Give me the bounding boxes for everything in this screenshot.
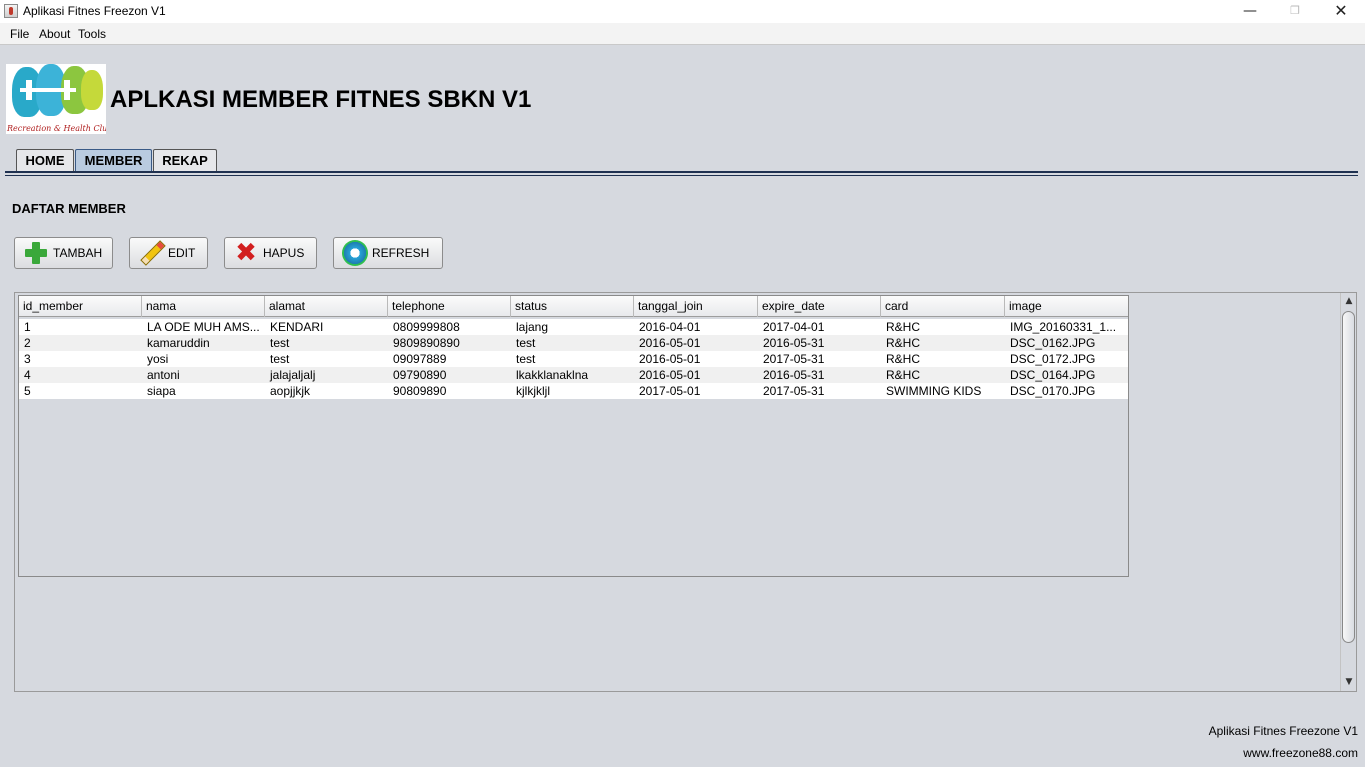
column-header[interactable]: id_member	[19, 296, 142, 317]
minimize-button[interactable]: —	[1227, 0, 1273, 23]
refresh-icon	[342, 240, 368, 266]
table-cell-tanggal_join: 2016-05-01	[639, 336, 701, 350]
x-icon: ✖	[235, 238, 257, 268]
table-cell-status: test	[516, 352, 536, 366]
title-bar: Aplikasi Fitnes Freezon V1 — ❐ ✕	[0, 0, 1365, 23]
table-cell-alamat: test	[270, 336, 290, 350]
table-cell-expire_date: 2016-05-31	[763, 336, 825, 350]
table-cell-nama: kamaruddin	[147, 336, 210, 350]
member-table[interactable]: id_member nama alamat telephone status t…	[18, 295, 1129, 577]
table-row[interactable]: 5 siapa aopjjkjk 90809890 kjlkjkljl 2017-05-0…	[19, 383, 1128, 399]
table-cell-telephone: 09097889	[393, 352, 447, 366]
table-cell-alamat: aopjjkjk	[270, 384, 311, 398]
delete-button-label: HAPUS	[263, 246, 305, 260]
table-cell-telephone: 0809999808	[393, 320, 460, 334]
table-cell-image: IMG_20160331_1...	[1010, 320, 1117, 334]
column-header[interactable]: tanggal_join	[634, 296, 758, 317]
table-cell-tanggal_join: 2017-05-01	[639, 384, 701, 398]
edit-button[interactable]: EDIT	[129, 237, 208, 269]
table-cell-expire_date: 2017-04-01	[763, 320, 825, 334]
edit-button-label: EDIT	[168, 246, 196, 260]
menu-about[interactable]: About	[39, 27, 70, 41]
tab-home[interactable]: HOME	[16, 149, 74, 171]
page-title: APLKASI MEMBER FITNES SBKN V1	[110, 86, 532, 113]
club-logo: Recreation & Health Club	[6, 64, 106, 134]
table-row[interactable]: 1 LA ODE MUH AMS... KENDARI 0809999808 lajan…	[19, 319, 1128, 335]
add-button[interactable]: TAMBAH	[14, 237, 113, 269]
tab-member[interactable]: MEMBER	[75, 149, 152, 171]
column-header[interactable]: telephone	[388, 296, 511, 317]
table-row[interactable]: 2 kamaruddin test 9809890890 test 2016-05-01 2…	[19, 335, 1128, 351]
java-app-icon	[4, 4, 18, 18]
table-cell-telephone: 9809890890	[393, 336, 460, 350]
table-row[interactable]: 4 antoni jalajaljalj 09790890 lkakklanaklna 2…	[19, 367, 1128, 383]
column-header[interactable]: card	[881, 296, 1005, 317]
table-cell-nama: LA ODE MUH AMS...	[147, 320, 260, 334]
table-cell-card: R&HC	[886, 352, 921, 366]
table-cell-alamat: jalajaljalj	[270, 368, 316, 382]
scroll-thumb[interactable]	[1342, 311, 1355, 643]
refresh-button[interactable]: REFRESH	[333, 237, 443, 269]
plus-icon	[23, 240, 49, 266]
table-cell-nama: siapa	[147, 384, 176, 398]
tab-rekap[interactable]: REKAP	[153, 149, 217, 171]
table-cell-image: DSC_0172.JPG	[1010, 352, 1096, 366]
column-header[interactable]: status	[511, 296, 634, 317]
table-cell-status: lkakklanaklna	[516, 368, 589, 382]
table-cell-status: lajang	[516, 320, 549, 334]
table-cell-id_member: 2	[24, 336, 31, 350]
table-cell-status: test	[516, 336, 536, 350]
table-cell-telephone: 90809890	[393, 384, 447, 398]
table-cell-id_member: 1	[24, 320, 31, 334]
table-cell-expire_date: 2017-05-31	[763, 352, 825, 366]
scroll-up-arrow-icon[interactable]: ▲	[1341, 293, 1357, 309]
table-cell-expire_date: 2017-05-31	[763, 384, 825, 398]
column-header[interactable]: nama	[142, 296, 265, 317]
table-scroll-pane: id_member nama alamat telephone status t…	[14, 292, 1357, 692]
column-header[interactable]: image	[1005, 296, 1128, 317]
menu-file[interactable]: File	[10, 27, 29, 41]
table-cell-image: DSC_0162.JPG	[1010, 336, 1096, 350]
tab-divider	[5, 171, 1358, 176]
table-cell-tanggal_join: 2016-05-01	[639, 352, 701, 366]
table-row[interactable]: 3 yosi test 09097889 test 2016-05-01 2017-05-3…	[19, 351, 1128, 367]
table-cell-alamat: KENDARI	[270, 320, 324, 334]
logo-caption: Recreation & Health Club	[7, 124, 106, 133]
table-cell-card: R&HC	[886, 336, 921, 350]
table-cell-card: SWIMMING KIDS	[886, 384, 982, 398]
footer-app-name: Aplikasi Fitnes Freezone V1	[1208, 724, 1358, 738]
table-cell-expire_date: 2016-05-31	[763, 368, 825, 382]
table-cell-telephone: 09790890	[393, 368, 447, 382]
menu-tools[interactable]: Tools	[78, 27, 106, 41]
table-cell-tanggal_join: 2016-05-01	[639, 368, 701, 382]
vertical-scrollbar[interactable]: ▲ ▼	[1340, 293, 1356, 691]
table-cell-card: R&HC	[886, 320, 921, 334]
scroll-down-arrow-icon[interactable]: ▼	[1341, 674, 1357, 690]
table-cell-id_member: 4	[24, 368, 31, 382]
delete-button[interactable]: ✖ HAPUS	[224, 237, 317, 269]
maximize-button[interactable]: ❐	[1272, 0, 1318, 23]
table-cell-status: kjlkjkljl	[516, 384, 550, 398]
table-cell-id_member: 3	[24, 352, 31, 366]
table-cell-id_member: 5	[24, 384, 31, 398]
table-cell-image: DSC_0170.JPG	[1010, 384, 1096, 398]
column-header[interactable]: alamat	[265, 296, 388, 317]
footer-website: www.freezone88.com	[1243, 746, 1358, 760]
refresh-button-label: REFRESH	[372, 246, 430, 260]
section-title: DAFTAR MEMBER	[12, 201, 126, 216]
table-cell-image: DSC_0164.JPG	[1010, 368, 1096, 382]
table-cell-nama: antoni	[147, 368, 180, 382]
add-button-label: TAMBAH	[53, 246, 103, 260]
menu-bar: File About Tools	[0, 23, 1365, 45]
table-cell-tanggal_join: 2016-04-01	[639, 320, 701, 334]
table-cell-alamat: test	[270, 352, 290, 366]
table-header: id_member nama alamat telephone status t…	[19, 296, 1128, 317]
table-cell-nama: yosi	[147, 352, 169, 366]
window-title: Aplikasi Fitnes Freezon V1	[23, 4, 166, 18]
table-cell-card: R&HC	[886, 368, 921, 382]
close-button[interactable]: ✕	[1318, 0, 1364, 23]
column-header[interactable]: expire_date	[758, 296, 881, 317]
pencil-icon	[138, 240, 164, 266]
